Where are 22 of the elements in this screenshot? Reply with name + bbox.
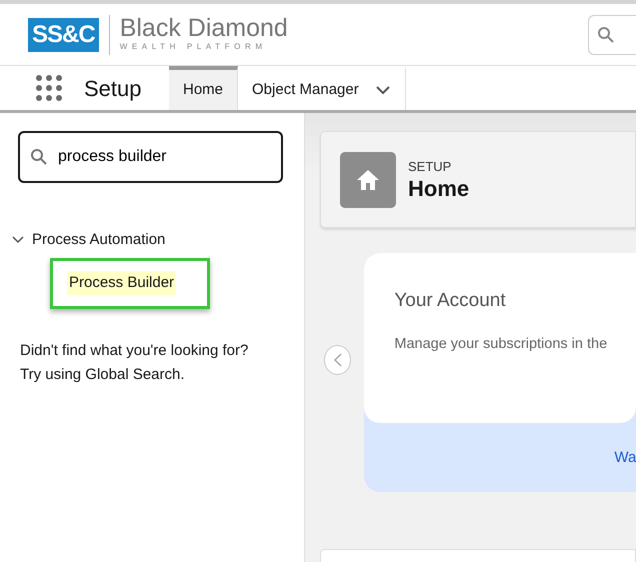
tree-item-link[interactable]: Process Builder <box>67 270 176 296</box>
search-icon <box>597 26 615 44</box>
search-field[interactable]: process builder <box>18 131 283 183</box>
page-title: Home <box>408 176 470 202</box>
card-link[interactable]: Wa <box>614 447 636 470</box>
card-text: Manage your subscriptions in the <box>394 334 608 354</box>
previous-button[interactable] <box>324 345 352 375</box>
help-text: Didn't find what you're looking for? <box>20 340 250 360</box>
card-title: Your Account <box>394 289 507 313</box>
chevron-left-icon <box>332 353 343 367</box>
logo-mark: SS&C <box>28 18 99 52</box>
help-text: Try using Global Search. <box>20 364 186 384</box>
app-title: Setup <box>84 74 142 103</box>
nav-tab[interactable]: Home <box>169 66 238 110</box>
home-icon <box>340 152 396 208</box>
page-eyebrow: SETUP <box>408 158 452 176</box>
logo-tagline: WEALTH PLATFORM <box>120 41 268 53</box>
search-icon <box>30 148 48 166</box>
logo-name: Black Diamond <box>120 16 288 41</box>
tree-node[interactable]: Process Automation <box>12 229 304 252</box>
app-launcher-icon[interactable] <box>36 75 62 101</box>
global-search-field[interactable] <box>588 14 636 54</box>
